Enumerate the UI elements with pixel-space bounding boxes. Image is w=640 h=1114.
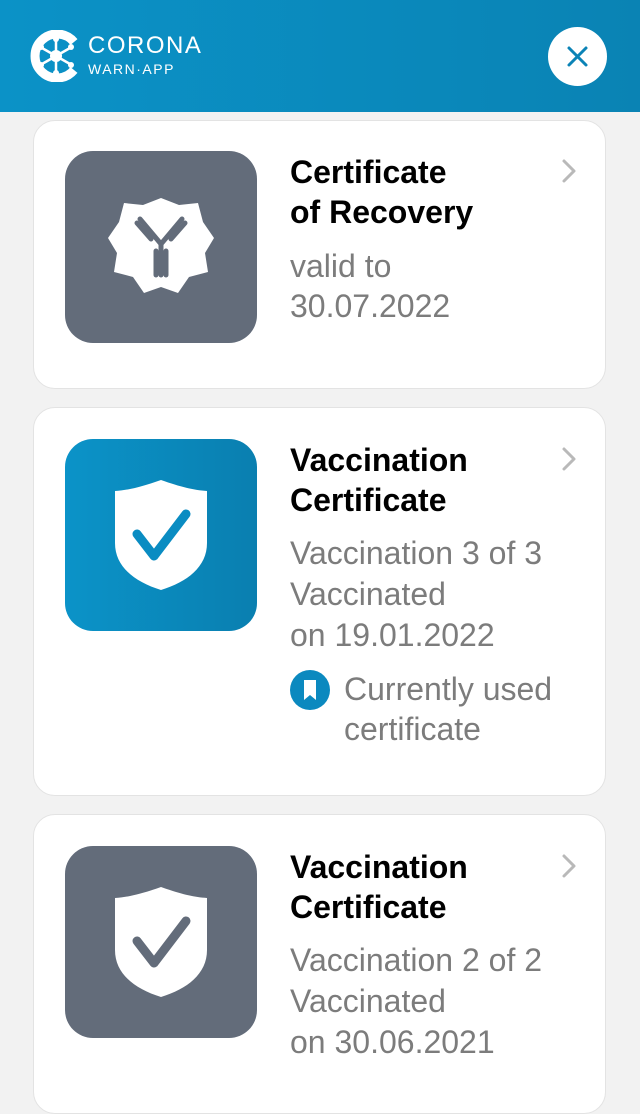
app-header: CORONA WARN·APP: [0, 0, 640, 112]
corona-warn-app-logo-icon: [30, 30, 78, 82]
currently-used-label-line2: certificate: [344, 711, 481, 747]
card-detail-line2: Vaccinated: [290, 983, 446, 1019]
card-detail-line1: Vaccination 2 of 2: [290, 942, 543, 978]
card-title-line2: Certificate: [290, 889, 447, 925]
vaccination-certificate-card[interactable]: Vaccination Certificate Vaccination 2 of…: [33, 814, 606, 1114]
brand-line2: WARN·APP: [88, 61, 175, 77]
currently-used-label-line1: Currently used: [344, 671, 553, 707]
vaccination-certificate-card-current[interactable]: Vaccination Certificate Vaccination 3 of…: [33, 407, 606, 796]
card-detail-line2: Vaccinated: [290, 576, 446, 612]
card-title-line1: Certificate: [290, 154, 447, 190]
card-title-line2: Certificate: [290, 482, 447, 518]
card-detail-line3: on 19.01.2022: [290, 617, 495, 653]
vaccination-certificate-tile: [65, 846, 257, 1038]
card-title-line2: of Recovery: [290, 194, 474, 230]
brand-line1: CORONA: [88, 32, 203, 59]
card-detail-line2: 30.07.2022: [290, 288, 451, 324]
card-detail-line1: valid to: [290, 248, 392, 284]
card-detail-line1: Vaccination 3 of 3: [290, 535, 543, 571]
card-title-line1: Vaccination: [290, 442, 468, 478]
recovery-certificate-tile: [65, 151, 257, 343]
card-detail-line3: on 30.06.2021: [290, 1024, 495, 1060]
shield-check-icon: [115, 480, 207, 590]
vaccination-certificate-tile: [65, 439, 257, 631]
close-icon: [567, 46, 588, 67]
shield-check-icon: [115, 887, 207, 997]
recovery-certificate-card[interactable]: Certificate of Recovery valid to 30.07.2…: [33, 120, 606, 389]
chevron-right-icon: [562, 159, 576, 183]
brand-name: CORONA WARN·APP: [88, 33, 202, 78]
chevron-right-icon: [562, 447, 576, 471]
close-button[interactable]: [548, 27, 607, 86]
bookmark-icon: [290, 670, 330, 710]
card-title-line1: Vaccination: [290, 849, 468, 885]
antibody-icon: [108, 198, 214, 293]
chevron-right-icon: [562, 854, 576, 878]
